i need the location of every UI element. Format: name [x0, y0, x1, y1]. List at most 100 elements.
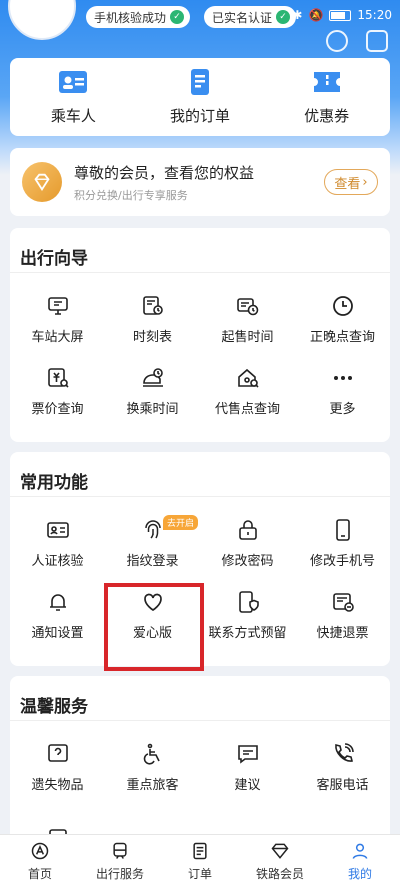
coupons-label: 优惠券 — [304, 106, 350, 125]
status-bar: 手机核验成功 ✓ 已实名认证 ✓ ✱ 🔕 15:20 — [0, 0, 400, 40]
id-verify-button[interactable]: 人证核验 — [10, 507, 105, 579]
member-card[interactable]: 尊敬的会员，查看您的权益 积分兑换/出行专享服务 查看 › — [10, 148, 390, 216]
phone-shield-icon — [238, 590, 259, 613]
passenger-card-icon — [58, 69, 88, 95]
lock-icon — [238, 519, 257, 540]
sale-time-button[interactable]: 起售时间 — [200, 283, 295, 355]
common-functions-title: 常用功能 — [20, 473, 88, 493]
passenger-button[interactable]: 乘车人 — [10, 58, 137, 136]
feedback-icon — [237, 744, 258, 764]
order-icon — [193, 842, 207, 860]
enable-badge: 去开启 — [163, 515, 199, 530]
tab-home-label: 首页 — [27, 867, 52, 881]
my-orders-button[interactable]: 我的订单 — [137, 58, 264, 136]
coupon-icon — [312, 69, 342, 95]
settings-icon[interactable] — [326, 30, 348, 52]
delay-query-label: 正晚点查询 — [309, 329, 375, 345]
status-right: ✱ 🔕 15:20 — [292, 8, 392, 22]
lost-items-button[interactable]: 遗失物品 — [10, 731, 105, 803]
mute-icon: 🔕 — [308, 8, 324, 22]
bottom-tab-bar: 首页 出行服务 订单 铁路会员 我的 — [0, 834, 400, 888]
wheelchair-icon — [143, 743, 160, 765]
agency-query-label: 代售点查询 — [214, 401, 280, 417]
home-icon — [31, 842, 49, 860]
header-icons — [326, 30, 388, 52]
fingerprint-login-button[interactable]: 去开启 指纹登录 — [105, 507, 200, 579]
warm-service-title: 温馨服务 — [20, 697, 88, 717]
fare-query-button[interactable]: 票价查询 — [10, 355, 105, 427]
tab-railway-member-label: 铁路会员 — [255, 867, 304, 881]
key-passenger-label: 重点旅客 — [126, 777, 179, 793]
real-name-pill[interactable]: 已实名认证 ✓ — [204, 6, 297, 28]
monitor-icon — [47, 296, 68, 315]
question-box-icon — [47, 743, 68, 762]
service-phone-button[interactable]: 客服电话 — [295, 731, 390, 803]
diamond-icon — [22, 162, 62, 202]
transfer-time-label: 换乘时间 — [126, 401, 179, 417]
timetable-icon — [142, 295, 163, 315]
contact-reserve-label: 联系方式预留 — [208, 625, 287, 641]
clock-time: 15:20 — [357, 8, 392, 22]
refund-ticket-icon — [332, 592, 354, 612]
check-icon: ✓ — [276, 10, 291, 24]
tab-home[interactable]: 首页 — [0, 835, 80, 888]
tab-mine[interactable]: 我的 — [320, 835, 400, 888]
fingerprint-icon — [144, 519, 161, 539]
phone-verified-text: 手机核验成功 — [94, 10, 167, 25]
change-password-button[interactable]: 修改密码 — [200, 507, 295, 579]
order-doc-icon — [185, 68, 215, 95]
suggestion-button[interactable]: 建议 — [200, 731, 295, 803]
battery-icon — [329, 9, 352, 21]
view-benefits-button[interactable]: 查看 › — [324, 169, 378, 195]
quick-actions-card: 乘车人 我的订单 优惠券 — [10, 58, 390, 136]
check-icon: ✓ — [170, 10, 185, 24]
diamond-outline-icon — [271, 843, 289, 859]
clock-icon — [332, 295, 353, 316]
notification-settings-button[interactable]: 通知设置 — [10, 579, 105, 651]
fare-icon — [47, 367, 69, 388]
message-icon[interactable] — [366, 30, 388, 52]
tab-orders-label: 订单 — [187, 867, 212, 881]
timetable-label: 时刻表 — [132, 329, 172, 345]
more-dots-icon — [333, 375, 352, 380]
member-subtitle: 积分兑换/出行专享服务 — [74, 188, 188, 202]
key-passenger-button[interactable]: 重点旅客 — [105, 731, 200, 803]
member-title: 尊敬的会员，查看您的权益 — [74, 163, 255, 182]
user-icon — [352, 843, 368, 859]
fare-query-label: 票价查询 — [31, 401, 84, 417]
delay-query-button[interactable]: 正晚点查询 — [295, 283, 390, 355]
train-icon — [113, 842, 127, 859]
sale-time-icon — [236, 297, 258, 315]
telephone-icon — [334, 742, 354, 762]
timetable-button[interactable]: 时刻表 — [105, 283, 200, 355]
real-name-text: 已实名认证 — [212, 10, 273, 25]
bell-icon — [49, 593, 66, 611]
service-phone-label: 客服电话 — [316, 777, 369, 793]
id-verify-label: 人证核验 — [31, 553, 84, 569]
agency-query-button[interactable]: 代售点查询 — [200, 355, 295, 427]
fingerprint-login-label: 指纹登录 — [126, 553, 179, 569]
warm-service-section: 温馨服务 遗失物品 重点旅客 建议 客服电话 — [10, 676, 390, 849]
tab-travel-service-label: 出行服务 — [95, 867, 144, 881]
change-password-label: 修改密码 — [221, 553, 274, 569]
tab-travel-service[interactable]: 出行服务 — [80, 835, 160, 888]
notification-settings-label: 通知设置 — [31, 625, 84, 641]
tab-mine-label: 我的 — [347, 867, 372, 881]
quick-refund-button[interactable]: 快捷退票 — [295, 579, 390, 651]
house-search-icon — [237, 368, 259, 388]
change-phone-button[interactable]: 修改手机号 — [295, 507, 390, 579]
more-label: 更多 — [329, 401, 356, 417]
station-screen-button[interactable]: 车站大屏 — [10, 283, 105, 355]
tab-orders[interactable]: 订单 — [160, 835, 240, 888]
more-button[interactable]: 更多 — [295, 355, 390, 427]
highlight-box — [104, 583, 204, 671]
tab-railway-member[interactable]: 铁路会员 — [240, 835, 320, 888]
phone-verified-pill[interactable]: 手机核验成功 ✓ — [86, 6, 191, 28]
coupons-button[interactable]: 优惠券 — [263, 58, 390, 136]
chevron-right-icon: › — [362, 174, 368, 190]
view-benefits-label: 查看 — [334, 176, 361, 192]
lost-items-label: 遗失物品 — [31, 777, 84, 793]
transfer-time-button[interactable]: 换乘时间 — [105, 355, 200, 427]
station-screen-label: 车站大屏 — [31, 329, 84, 345]
contact-reserve-button[interactable]: 联系方式预留 — [200, 579, 295, 651]
